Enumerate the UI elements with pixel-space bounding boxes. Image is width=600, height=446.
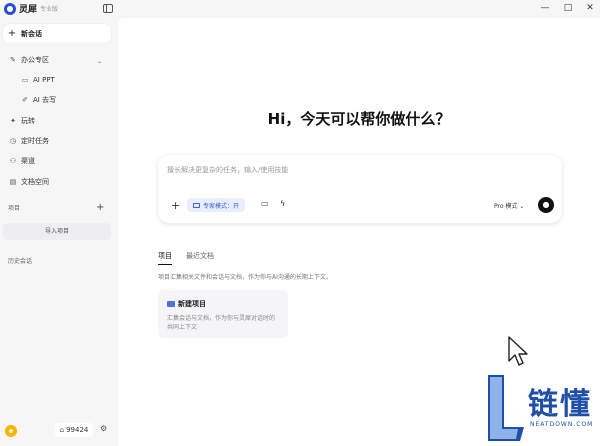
attach-plus-icon[interactable]: + <box>171 199 180 212</box>
card-description: 汇集会话与文档，作为你与灵犀对话时的共同上下文 <box>167 315 276 331</box>
projects-section-label: 项目 <box>8 205 21 212</box>
sidebar-item-ai-ppt[interactable]: ▭ AI PPT <box>20 74 55 86</box>
folder-icon <box>167 301 175 307</box>
watermark: 链懂 NEATDOWN.COM <box>480 369 600 446</box>
maximize-button[interactable]: □ <box>560 1 576 15</box>
mic-icon: ● <box>542 200 550 209</box>
new-chat-button[interactable]: + 新会话 <box>3 24 111 43</box>
model-selector[interactable]: Pro 模式 ⌄ <box>494 201 524 210</box>
tab-projects[interactable]: 项目 <box>158 251 172 265</box>
pen-icon: ✎ <box>10 56 16 64</box>
expert-mode-label: 专家模式：开 <box>203 202 240 210</box>
card-title: 新建项目 <box>167 299 206 309</box>
monitor-icon[interactable]: ▭ <box>261 199 269 208</box>
watermark-text: 链懂 <box>528 387 592 422</box>
sidebar-item-label: 文档空间 <box>21 178 49 186</box>
watermark-logo-icon <box>488 375 524 441</box>
sidebar-item-ai-write[interactable]: ✐ AI 去写 <box>20 94 56 106</box>
chevron-down-icon[interactable]: ⌄ <box>97 58 102 65</box>
sidebar-item-label: 定时任务 <box>21 137 49 145</box>
sidebar-item-office[interactable]: ✎ 办公专区 <box>8 54 49 66</box>
apps-icon: ✦ <box>10 117 16 125</box>
app-name: 灵犀 <box>19 5 38 15</box>
composer[interactable]: 擅长解决更复杂的任务，输入/使用技能 + 专家模式：开 ▭ ϟ Pro 模式 ⌄… <box>158 155 562 223</box>
app-tag: 专业版 <box>40 6 59 13</box>
sidebar-item-label: AI 去写 <box>33 96 57 104</box>
document-icon: ▤ <box>9 178 17 186</box>
points-value: 99424 <box>66 426 89 434</box>
points-badge[interactable]: ⌂ 99424 <box>55 423 93 437</box>
history-section-label: 历史会话 <box>8 258 33 265</box>
sidebar-item-scheduled[interactable]: ◷ 定时任务 <box>8 135 49 147</box>
sidebar-item-label: 玩转 <box>21 117 35 125</box>
add-project-button[interactable]: + <box>96 202 104 213</box>
avatar[interactable] <box>5 425 17 437</box>
tab-description: 项目汇集相关文件和会话与文档，作为你与AI沟通的长期上下文。 <box>158 274 332 281</box>
import-project-button[interactable]: 导入项目 <box>3 223 111 240</box>
expert-mode-toggle[interactable]: 专家模式：开 <box>187 198 246 212</box>
lightning-icon[interactable]: ϟ <box>280 199 285 208</box>
page-title: Hi，今天可以帮你做什么？ <box>267 110 451 128</box>
screen-icon <box>193 202 200 208</box>
plus-icon: + <box>7 28 17 39</box>
sidebar: + 新会话 ✎ 办公专区 ⌄ ▭ AI PPT ✐ AI 去写 ✦ 玩转 ◷ 定… <box>0 18 117 446</box>
tab-recent-docs[interactable]: 最近文档 <box>186 251 214 265</box>
sidebar-item-label: 渠道 <box>21 157 35 165</box>
settings-icon[interactable]: ⚙ <box>100 424 107 433</box>
sidebar-item-files[interactable]: ▤ 文档空间 <box>8 176 49 188</box>
watermark-subtext: NEATDOWN.COM <box>530 421 594 428</box>
sidebar-item-channels[interactable]: ⚇ 渠道 <box>8 155 35 167</box>
title-bar: 灵犀 专业版 — □ ✕ <box>0 0 600 18</box>
mouse-cursor-icon <box>508 336 528 366</box>
card-title-label: 新建项目 <box>178 300 206 308</box>
close-button[interactable]: ✕ <box>582 1 598 15</box>
sidebar-item-apps[interactable]: ✦ 玩转 <box>8 115 35 127</box>
sidebar-item-label: AI PPT <box>33 76 55 84</box>
composer-input[interactable]: 擅长解决更复杂的任务，输入/使用技能 <box>167 165 288 175</box>
tag-icon: ⌂ <box>59 426 65 434</box>
clock-icon: ◷ <box>9 137 17 145</box>
minimize-button[interactable]: — <box>537 1 553 15</box>
new-project-card[interactable]: 新建项目 汇集会话与文档，作为你与灵犀对话时的共同上下文 <box>158 290 288 338</box>
app-logo-icon <box>4 3 16 15</box>
mic-button[interactable]: ● <box>538 197 554 213</box>
channel-icon: ⚇ <box>9 157 17 165</box>
new-chat-label: 新会话 <box>21 29 42 38</box>
sidebar-toggle-icon[interactable] <box>103 4 113 13</box>
write-icon: ✐ <box>22 96 28 104</box>
content-tabs: 项目 最近文档 <box>158 251 214 265</box>
slides-icon: ▭ <box>21 76 29 84</box>
sidebar-item-label: 办公专区 <box>21 56 49 64</box>
